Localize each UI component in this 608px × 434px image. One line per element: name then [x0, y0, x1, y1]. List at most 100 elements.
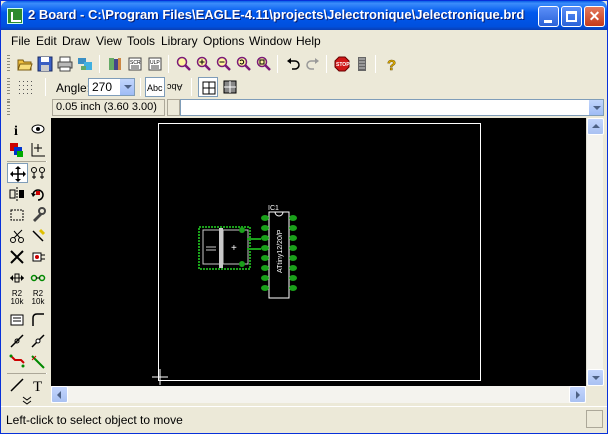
close-icon: ✕: [588, 8, 601, 24]
spin-text-button[interactable]: Abc: [166, 77, 186, 97]
menu-draw[interactable]: Draw: [62, 34, 90, 48]
toolbar-grip[interactable]: [7, 78, 10, 96]
ic-pad: [289, 225, 297, 231]
wire-icon[interactable]: [7, 375, 28, 395]
menu-window[interactable]: Window: [249, 34, 292, 48]
vertical-scrollbar[interactable]: [586, 118, 604, 386]
svg-text:SCR: SCR: [130, 60, 141, 66]
display-icon[interactable]: [7, 140, 28, 160]
window-title: 2 Board - C:\Program Files\EAGLE-4.11\pr…: [28, 7, 525, 22]
miter-icon[interactable]: [28, 310, 49, 330]
menu-library[interactable]: Library: [161, 34, 198, 48]
split-icon[interactable]: [7, 331, 28, 351]
ic-pad: [261, 265, 269, 271]
style-continuous-icon[interactable]: [198, 77, 218, 97]
cut-icon[interactable]: [7, 247, 28, 267]
toolbar-grip[interactable]: [7, 55, 10, 73]
maximize-icon: [566, 11, 577, 22]
zoom-in-icon[interactable]: [194, 54, 214, 74]
command-input[interactable]: [180, 99, 604, 116]
delete-icon[interactable]: [28, 226, 49, 246]
parameter-toolbar: Angle: 270 Abc Abc: [1, 76, 607, 98]
ic-value-label: ATtiny12/20/P: [277, 229, 284, 273]
info-icon[interactable]: i: [7, 119, 28, 139]
menu-tools[interactable]: Tools: [127, 34, 155, 48]
optimize-icon[interactable]: [28, 331, 49, 351]
print-icon[interactable]: [55, 54, 75, 74]
zoom-fit-icon[interactable]: [174, 54, 194, 74]
close-button[interactable]: ✕: [584, 6, 605, 27]
redo-icon[interactable]: [303, 54, 323, 74]
zoom-select-icon[interactable]: [254, 54, 274, 74]
cam-icon[interactable]: [75, 54, 95, 74]
group-icon[interactable]: [7, 205, 28, 225]
value-tool[interactable]: R2 10k: [28, 289, 49, 309]
svg-text:T: T: [33, 379, 42, 393]
board-canvas[interactable]: + IC1 ATtiny12/20/P: [51, 118, 586, 386]
angle-select[interactable]: 270: [88, 78, 135, 96]
menu-edit[interactable]: Edit: [36, 34, 57, 48]
rotate-icon[interactable]: [28, 184, 49, 204]
ic-pad: [289, 265, 297, 271]
grid-icon[interactable]: [15, 77, 35, 97]
scroll-left-icon[interactable]: [51, 386, 68, 403]
ic-pad: [261, 275, 269, 281]
move-icon[interactable]: [7, 163, 28, 183]
save-icon[interactable]: [35, 54, 55, 74]
minimize-button[interactable]: [538, 6, 559, 27]
title-bar[interactable]: 2 Board - C:\Program Files\EAGLE-4.11\pr…: [1, 1, 607, 30]
menu-options[interactable]: Options: [203, 34, 244, 48]
command-history-button[interactable]: [167, 99, 180, 116]
script-icon[interactable]: SCR: [125, 54, 145, 74]
menu-help[interactable]: Help: [296, 34, 321, 48]
angle-label: Angle:: [56, 81, 91, 95]
more-tools-chevron-icon[interactable]: [17, 394, 38, 406]
ic-pad: [289, 275, 297, 281]
ripup-icon[interactable]: [28, 352, 49, 372]
capacitor-footprint: [198, 226, 251, 270]
style-split-icon[interactable]: [220, 77, 240, 97]
replace-icon[interactable]: [28, 268, 49, 288]
main-toolbar: SCR ULP STOP ?: [1, 52, 607, 76]
change-icon[interactable]: [28, 205, 49, 225]
menu-view[interactable]: View: [96, 34, 122, 48]
ulp-icon[interactable]: ULP: [145, 54, 165, 74]
chevron-down-icon[interactable]: [119, 79, 134, 95]
add-icon[interactable]: [28, 247, 49, 267]
mirror-text-button[interactable]: Abc: [145, 77, 165, 97]
stop-icon[interactable]: STOP: [332, 54, 352, 74]
command-bar: 0.05 inch (3.60 3.00): [1, 98, 607, 117]
ic-pad: [289, 255, 297, 261]
smash-icon[interactable]: [7, 310, 28, 330]
paste-icon[interactable]: [7, 226, 28, 246]
ic-pad: [289, 245, 297, 251]
scroll-down-icon[interactable]: [587, 369, 604, 386]
eagle-app-icon[interactable]: [7, 8, 23, 24]
open-icon[interactable]: [15, 54, 35, 74]
pinswap-icon[interactable]: [7, 268, 28, 288]
undo-icon[interactable]: [283, 54, 303, 74]
show-icon[interactable]: [28, 119, 49, 139]
name-tool[interactable]: R2 10k: [7, 289, 28, 309]
copy-icon[interactable]: [28, 163, 49, 183]
route-icon[interactable]: [7, 352, 28, 372]
horizontal-scrollbar[interactable]: [51, 386, 586, 403]
help-icon[interactable]: ?: [381, 54, 401, 74]
text-icon[interactable]: T: [28, 375, 49, 395]
chevron-down-icon[interactable]: [588, 100, 603, 115]
go-icon[interactable]: [352, 54, 372, 74]
maximize-button[interactable]: [561, 6, 582, 27]
status-panel: [586, 410, 603, 428]
scrollbar-corner: [586, 386, 603, 403]
zoom-out-icon[interactable]: [214, 54, 234, 74]
ic-pad: [289, 285, 297, 291]
mark-icon[interactable]: [28, 140, 49, 160]
zoom-redraw-icon[interactable]: [234, 54, 254, 74]
board-drawing: + IC1 ATtiny12/20/P: [152, 123, 481, 385]
mirror-icon[interactable]: [7, 184, 28, 204]
ic-pad: [261, 225, 269, 231]
scroll-up-icon[interactable]: [587, 118, 604, 135]
scroll-right-icon[interactable]: [569, 386, 586, 403]
menu-file[interactable]: File: [11, 34, 30, 48]
library-icon[interactable]: [105, 54, 125, 74]
